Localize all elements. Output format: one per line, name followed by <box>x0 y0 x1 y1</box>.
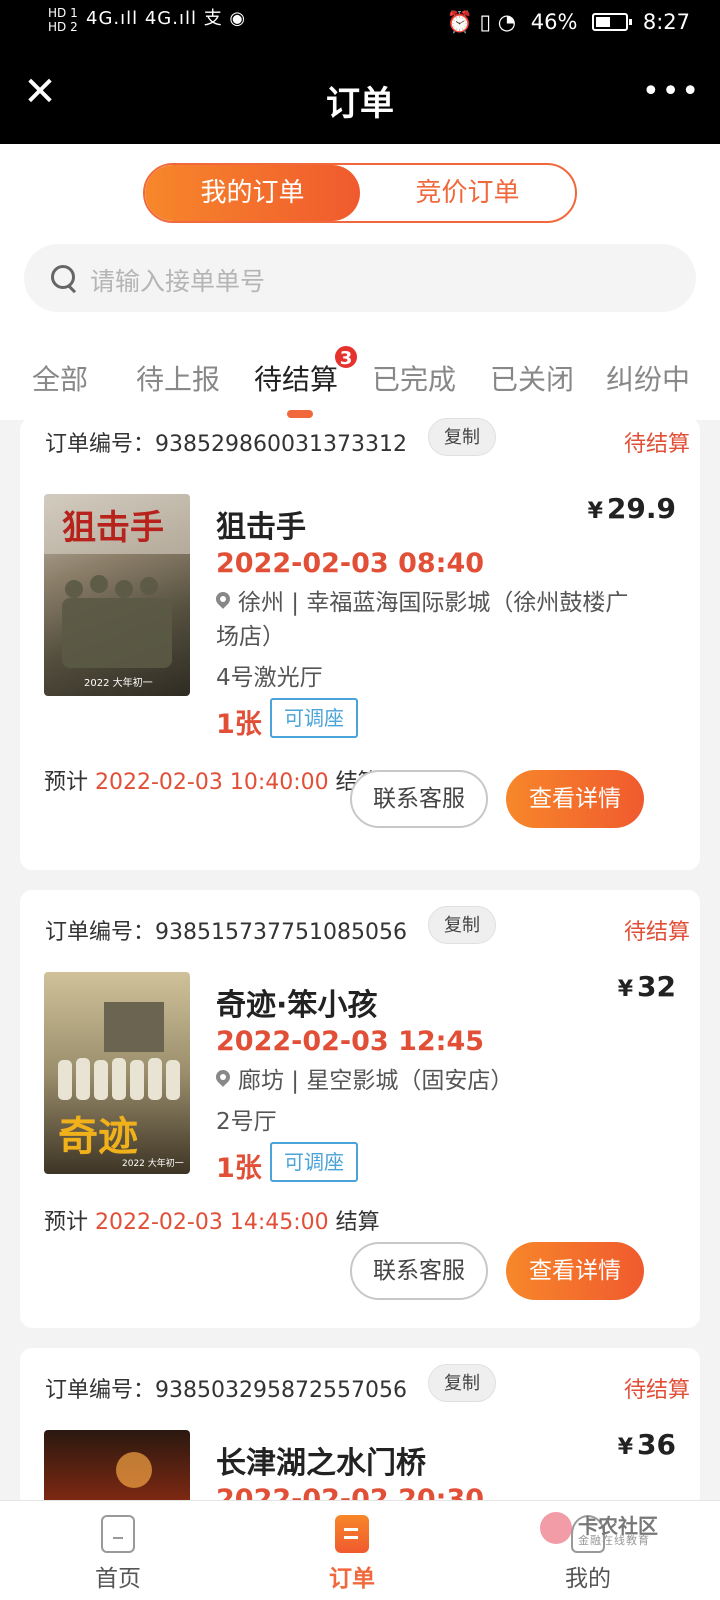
tab-pending-settlement[interactable]: 待结算 <box>254 358 338 398</box>
nav-orders-label: 订单 <box>329 1566 375 1592</box>
search-input[interactable]: 请输入接单单号 <box>24 244 696 312</box>
page-title: 订单 <box>326 84 394 124</box>
price: ¥29.9 <box>587 492 676 525</box>
order-status: 待结算 <box>623 1378 690 1403</box>
contact-support-button[interactable]: 联系客服 <box>350 770 488 828</box>
svg-text:2022 大年初一: 2022 大年初一 <box>84 676 153 689</box>
tab-closed[interactable]: 已关闭 <box>490 358 574 398</box>
ticket-count: 1张 <box>216 1153 262 1184</box>
movie-title: 奇迹·笨小孩 <box>216 988 378 1023</box>
title-bar: ✕ 订单 ••• <box>0 50 720 144</box>
search-icon <box>50 264 80 294</box>
hall-name: 4号激光厅 <box>216 665 323 691</box>
tab-all[interactable]: 全部 <box>32 358 88 398</box>
signal-indicators: HD 1 HD 2 4G.ıll 4G.ıll 支 ◉ <box>48 6 245 34</box>
my-orders-tab[interactable]: 我的订单 <box>145 165 360 221</box>
adjustable-seat-tag: 可调座 <box>270 698 358 738</box>
orders-icon <box>335 1515 369 1553</box>
copy-button[interactable]: 复制 <box>428 906 496 944</box>
location-pin-icon <box>216 592 230 612</box>
settlement-estimate: 预计 2022-02-03 10:40:00 结算 <box>44 770 380 795</box>
tab-completed[interactable]: 已完成 <box>372 358 456 398</box>
clock: 8:27 <box>642 10 690 34</box>
svg-text:2022 大年初一: 2022 大年初一 <box>122 1157 184 1169</box>
system-icons: ⏰ ▯ ◔ <box>446 10 517 34</box>
watermark-logo-icon <box>540 1512 572 1544</box>
order-status: 待结算 <box>623 920 690 945</box>
tab-dispute[interactable]: 纠纷中 <box>606 358 690 398</box>
view-details-button[interactable]: 查看详情 <box>506 1242 644 1300</box>
active-tab-indicator <box>287 410 313 418</box>
order-card: 订单编号：938503295872557056 复制 待结算 长津湖之水门桥 ¥… <box>20 1348 700 1508</box>
order-card: 订单编号：938515737751085056 复制 待结算 奇迹 2022 大… <box>20 890 700 1328</box>
tab-pending-report[interactable]: 待上报 <box>136 358 220 398</box>
movie-poster[interactable]: 狙击手 2022 大年初一 <box>44 494 190 696</box>
copy-button[interactable]: 复制 <box>428 418 496 456</box>
battery-percent: 46% <box>530 10 578 34</box>
location-pin-icon <box>216 1070 230 1090</box>
contact-support-button[interactable]: 联系客服 <box>350 1242 488 1300</box>
hd1-label: HD 1 <box>48 6 78 20</box>
movie-title: 长津湖之水门桥 <box>216 1446 426 1481</box>
cinema-location: 徐州 | 幸福蓝海国际影城（徐州鼓楼广场店） <box>216 590 629 650</box>
nav-home[interactable]: 首页 <box>58 1501 178 1600</box>
movie-poster[interactable]: 奇迹 2022 大年初一 <box>44 972 190 1174</box>
adjustable-seat-tag: 可调座 <box>270 1142 358 1182</box>
order-type-segment: 我的订单 竞价订单 <box>143 163 577 223</box>
nav-me-label: 我的 <box>565 1566 611 1592</box>
more-icon[interactable]: ••• <box>642 72 699 112</box>
tab-count-badge: 3 <box>333 344 359 370</box>
status-tabs: 全部 待上报 待结算 已完成 已关闭 纠纷中 <box>0 348 720 418</box>
copy-button[interactable]: 复制 <box>428 1364 496 1402</box>
price: ¥36 <box>617 1428 676 1461</box>
showtime: 2022-02-03 08:40 <box>216 548 485 579</box>
hall-name: 2号厅 <box>216 1109 277 1135</box>
nav-orders[interactable]: 订单 <box>292 1501 412 1600</box>
view-details-button[interactable]: 查看详情 <box>506 770 644 828</box>
battery-icon <box>592 13 633 31</box>
order-number: 订单编号：938503295872557056 <box>45 1378 407 1403</box>
bid-orders-tab[interactable]: 竞价订单 <box>360 165 575 221</box>
hd2-label: HD 2 <box>48 20 78 34</box>
movie-title: 狙击手 <box>216 510 306 545</box>
watermark: 卡农社区 金融在线教育 <box>540 1508 710 1548</box>
ticket-count: 1张 <box>216 709 262 740</box>
home-icon <box>101 1515 135 1553</box>
svg-text:奇迹: 奇迹 <box>58 1114 138 1160</box>
movie-poster[interactable] <box>44 1430 190 1508</box>
nav-home-label: 首页 <box>95 1566 141 1592</box>
order-number: 订单编号：938529860031373312 <box>45 432 407 457</box>
search-placeholder: 请输入接单单号 <box>90 267 266 296</box>
showtime: 2022-02-03 12:45 <box>216 1026 485 1057</box>
settlement-estimate: 预计 2022-02-03 14:45:00 结算 <box>44 1210 380 1235</box>
order-status: 待结算 <box>623 432 690 457</box>
svg-text:狙击手: 狙击手 <box>62 508 164 548</box>
status-right: ⏰ ▯ ◔ 46% 8:27 <box>439 10 690 35</box>
status-bar: HD 1 HD 2 4G.ıll 4G.ıll 支 ◉ ⏰ ▯ ◔ 46% 8:… <box>0 0 720 50</box>
network-icons: 4G.ıll 4G.ıll 支 ◉ <box>86 8 247 29</box>
cinema-location: 廊坊 | 星空影城（固安店） <box>216 1064 636 1098</box>
order-number: 订单编号：938515737751085056 <box>45 920 407 945</box>
watermark-subtext: 金融在线教育 <box>578 1534 650 1547</box>
order-card: 订单编号：938529860031373312 复制 待结算 狙击手 2022 … <box>20 418 700 870</box>
price: ¥32 <box>617 970 676 1003</box>
